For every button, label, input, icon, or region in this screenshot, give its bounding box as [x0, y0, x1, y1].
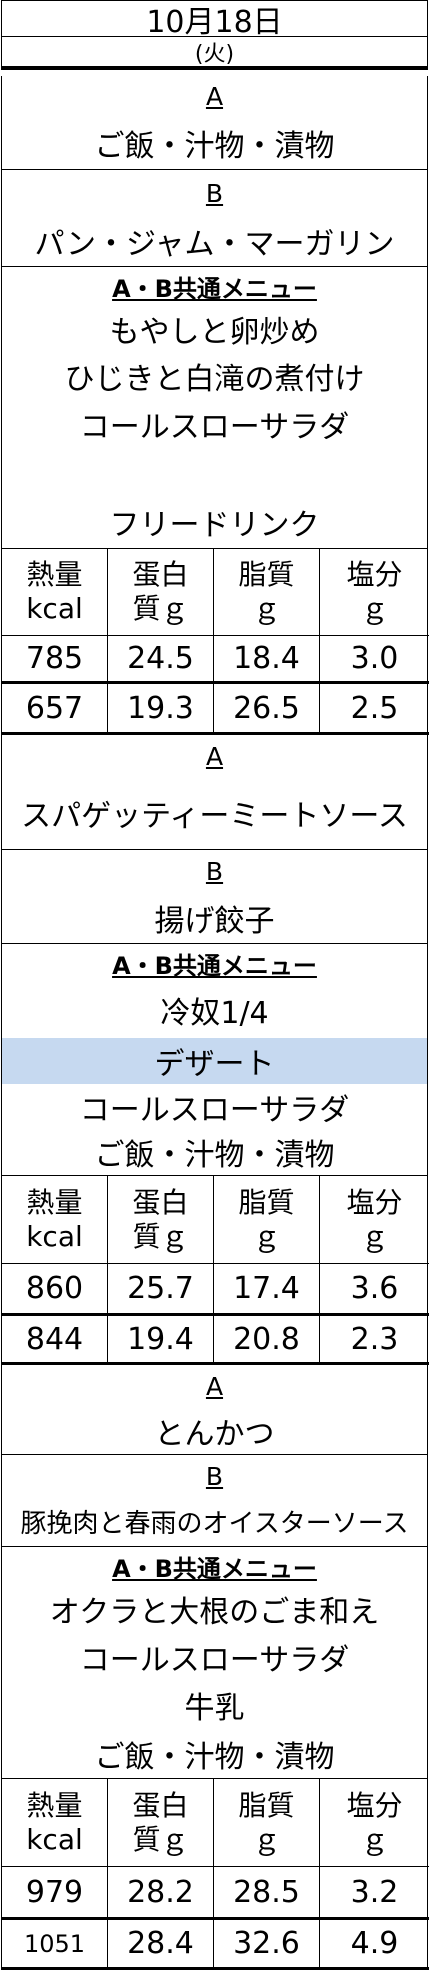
meal2-common-row-4: ご飯・汁物・漬物: [1, 1129, 428, 1176]
meal2-stats-table: 熱量 kcal 蛋白 質ｇ 脂質 ｇ 塩分 ｇ 860 25.7 17.4 3.6 84…: [1, 1176, 429, 1365]
meal3-a-label: A: [205, 1372, 224, 1401]
meal1-common-item-3: コールスローサラダ: [79, 410, 350, 445]
meal3-b-label: B: [205, 1461, 224, 1491]
table-cell: 2.3: [320, 1316, 429, 1365]
meal3-b-item: 豚挽肉と春雨のオイスターソース: [20, 1509, 409, 1539]
meal3-common-row-3: 牛乳: [1, 1681, 428, 1729]
stat-header-fat: 脂質 ｇ: [214, 1779, 320, 1867]
meal2-b-item: 揚げ餃子: [154, 903, 275, 939]
meal1-common-row-5: フリードリンク: [1, 496, 428, 549]
date-text: 10月18日: [146, 4, 283, 40]
meal1-b-item-row: パン・ジャム・マーガリン: [1, 216, 428, 267]
meal1-a-label: A: [205, 81, 224, 111]
meal1-a-item: ご飯・汁物・漬物: [94, 128, 335, 164]
table-cell: 3.6: [320, 1264, 429, 1316]
table-cell: 657: [2, 684, 108, 735]
table-cell: 28.5: [214, 1867, 320, 1920]
stat-header-energy: 熱量 kcal: [2, 1176, 108, 1264]
meal2-b-label: B: [205, 856, 224, 886]
table-cell: 979: [2, 1867, 108, 1920]
meal1-common-row-3: コールスローサラダ: [1, 400, 428, 448]
meal3-b-label-row: B: [1, 1455, 428, 1497]
menu-sheet: 10月18日 (火) A ご飯・汁物・漬物 B パン・ジャム・マーガリン A・B…: [0, 0, 430, 1974]
stat-header-protein: 蛋白 質ｇ: [108, 549, 214, 636]
meal3-a-item-row: とんかつ: [1, 1408, 428, 1455]
meal3-common-item-2: コールスローサラダ: [79, 1643, 350, 1678]
table-cell: 26.5: [214, 684, 320, 735]
table-cell: 25.7: [108, 1264, 214, 1316]
weekday-row: (火): [1, 37, 428, 70]
meal3-common-row-4: ご飯・汁物・漬物: [1, 1729, 428, 1779]
meal3-b-item-row: 豚挽肉と春雨のオイスターソース: [1, 1497, 428, 1547]
stat-header-salt: 塩分 ｇ: [320, 549, 429, 636]
meal1-common-item-1: もやしと卵炒め: [109, 314, 320, 350]
meal2-common-row-3: コールスローサラダ: [1, 1084, 428, 1129]
weekday-text: (火): [194, 41, 235, 67]
stat-header-salt: 塩分 ｇ: [320, 1779, 429, 1867]
meal2-ab-label: A・B共通メニュー: [112, 951, 317, 980]
table-cell: 32.6: [214, 1920, 320, 1970]
meal1-common-row-4: [1, 448, 428, 496]
meal1-common-row-1: もやしと卵炒め: [1, 305, 428, 352]
meal3-common-item-4: ご飯・汁物・漬物: [94, 1739, 335, 1775]
stat-header-salt: 塩分 ｇ: [320, 1176, 429, 1264]
table-cell: 19.3: [108, 684, 214, 735]
meal1-common-item-2: ひじきと白滝の煮付け: [64, 362, 365, 397]
meal1-a-label-row: A: [1, 76, 428, 116]
meal2-a-item-row: スパゲッティーミートソース: [1, 777, 428, 850]
date-row: 10月18日: [1, 0, 428, 40]
meal3-ab-label-row: A・B共通メニュー: [1, 1547, 428, 1585]
meal2-b-item-row: 揚げ餃子: [1, 892, 428, 944]
meal2-a-label-row: A: [1, 735, 428, 777]
meal3-common-row-2: コールスローサラダ: [1, 1633, 428, 1681]
meal3-common-item-1: オクラと大根のごま和え: [49, 1595, 380, 1630]
meal3-common-row-1: オクラと大根のごま和え: [1, 1585, 428, 1633]
table-cell: 2.5: [320, 684, 429, 735]
meal1-a-item-row: ご飯・汁物・漬物: [1, 116, 428, 170]
meal3-a-item: とんかつ: [154, 1417, 275, 1452]
meal3-a-label-row: A: [1, 1365, 428, 1408]
meal2-common-item-4: ご飯・汁物・漬物: [94, 1138, 335, 1173]
meal2-common-item-3: コールスローサラダ: [79, 1092, 350, 1128]
table-cell: 785: [2, 636, 108, 684]
meal3-common-item-3: 牛乳: [184, 1691, 245, 1726]
meal2-common-item-2: デザート: [154, 1047, 275, 1082]
table-cell: 3.2: [320, 1867, 429, 1920]
meal3-stats-table: 熱量 kcal 蛋白 質ｇ 脂質 ｇ 塩分 ｇ 979 28.2 28.5 3.2 10…: [1, 1779, 429, 1970]
meal2-a-label: A: [205, 741, 224, 771]
table-cell: 24.5: [108, 636, 214, 684]
meal1-b-item: パン・ジャム・マーガリン: [34, 227, 395, 262]
stat-header-energy: 熱量 kcal: [2, 549, 108, 636]
meal2-a-item: スパゲッティーミートソース: [21, 799, 408, 834]
meal2-b-label-row: B: [1, 850, 428, 892]
meal2-common-row-1: 冷奴1/4: [1, 982, 428, 1038]
table-cell: 18.4: [214, 636, 320, 684]
meal1-common-row-2: ひじきと白滝の煮付け: [1, 352, 428, 400]
meal3-ab-label: A・B共通メニュー: [112, 1554, 317, 1583]
meal1-b-label: B: [205, 178, 224, 208]
meal1-b-label-row: B: [1, 170, 428, 216]
table-cell: 17.4: [214, 1264, 320, 1316]
meal2-common-row-2: デザート: [1, 1038, 428, 1084]
meal2-ab-label-row: A・B共通メニュー: [1, 944, 428, 982]
meal1-stats-table: 熱量 kcal 蛋白 質ｇ 脂質 ｇ 塩分 ｇ 785 24.5 18.4 3.0 65…: [1, 549, 429, 735]
meal2-common-item-1: 冷奴1/4: [160, 996, 269, 1031]
table-cell: 4.9: [320, 1920, 429, 1970]
stat-header-protein: 蛋白 質ｇ: [108, 1176, 214, 1264]
stat-header-fat: 脂質 ｇ: [214, 1176, 320, 1264]
stat-header-fat: 脂質 ｇ: [214, 549, 320, 636]
meal1-common-item-5: フリードリンク: [109, 508, 320, 543]
table-cell: 844: [2, 1316, 108, 1365]
stat-header-energy: 熱量 kcal: [2, 1779, 108, 1867]
table-cell: 1051: [2, 1920, 108, 1970]
table-cell: 28.4: [108, 1920, 214, 1970]
table-cell: 28.2: [108, 1867, 214, 1920]
table-cell: 19.4: [108, 1316, 214, 1365]
table-cell: 3.0: [320, 636, 429, 684]
table-cell: 860: [2, 1264, 108, 1316]
meal1-ab-label: A・B共通メニュー: [112, 274, 317, 303]
table-cell: 20.8: [214, 1316, 320, 1365]
meal1-ab-label-row: A・B共通メニュー: [1, 267, 428, 305]
stat-header-protein: 蛋白 質ｇ: [108, 1779, 214, 1867]
